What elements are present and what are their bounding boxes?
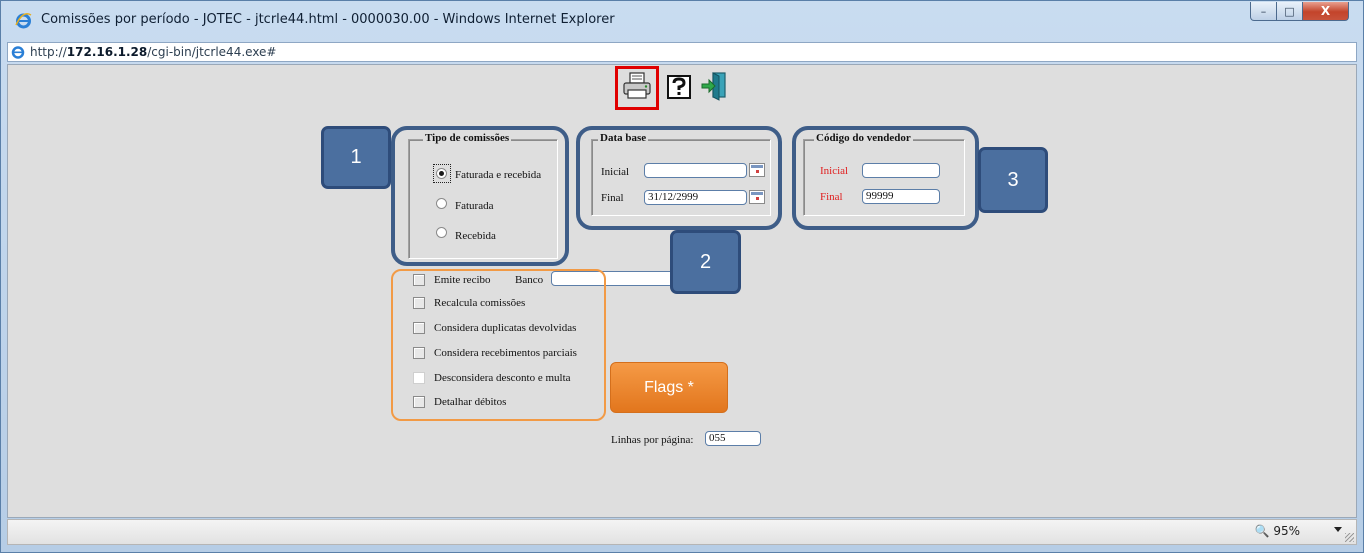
callout-flags: Flags * <box>610 362 728 413</box>
highlight-codigo-vendedor <box>792 126 979 230</box>
resize-grip-icon[interactable] <box>1345 533 1354 542</box>
url-host: 172.16.1.28 <box>66 45 148 59</box>
callout-2: 2 <box>670 230 741 294</box>
linhas-label: Linhas por página: <box>611 434 694 446</box>
zoom-icon: 🔍 <box>1254 524 1270 538</box>
highlight-tipo-comissoes <box>391 126 569 266</box>
close-button[interactable]: X <box>1303 2 1349 21</box>
ie-page-icon <box>11 46 25 59</box>
address-url: http://172.16.1.28/cgi-bin/jtcrle44.exe# <box>30 45 276 59</box>
title-bar: Comissões por período - JOTEC - jtcrle44… <box>1 1 1363 41</box>
address-bar[interactable]: http://172.16.1.28/cgi-bin/jtcrle44.exe# <box>7 42 1357 62</box>
callout-3: 3 <box>978 147 1048 213</box>
zoom-control[interactable]: 🔍 95% <box>1255 524 1300 538</box>
zoom-dropdown-arrow-icon[interactable] <box>1334 527 1342 532</box>
zoom-level: 95% <box>1273 524 1300 538</box>
callout-1: 1 <box>321 126 391 189</box>
help-icon[interactable] <box>665 70 693 102</box>
highlight-data-base <box>576 126 782 230</box>
highlight-flags <box>391 269 606 421</box>
url-prefix: http:// <box>30 45 67 59</box>
exit-icon[interactable] <box>699 70 731 102</box>
browser-window: Comissões por período - JOTEC - jtcrle44… <box>0 0 1364 553</box>
print-highlight-box <box>615 66 659 110</box>
ie-logo-icon <box>15 13 32 29</box>
minimize-button[interactable]: – <box>1250 2 1277 21</box>
window-title: Comissões por período - JOTEC - jtcrle44… <box>41 12 615 27</box>
maximize-button[interactable]: □ <box>1277 2 1303 21</box>
status-bar: 🔍 95% <box>7 519 1357 545</box>
linhas-input[interactable]: 055 <box>705 431 761 446</box>
url-path: /cgi-bin/jtcrle44.exe# <box>147 45 277 59</box>
